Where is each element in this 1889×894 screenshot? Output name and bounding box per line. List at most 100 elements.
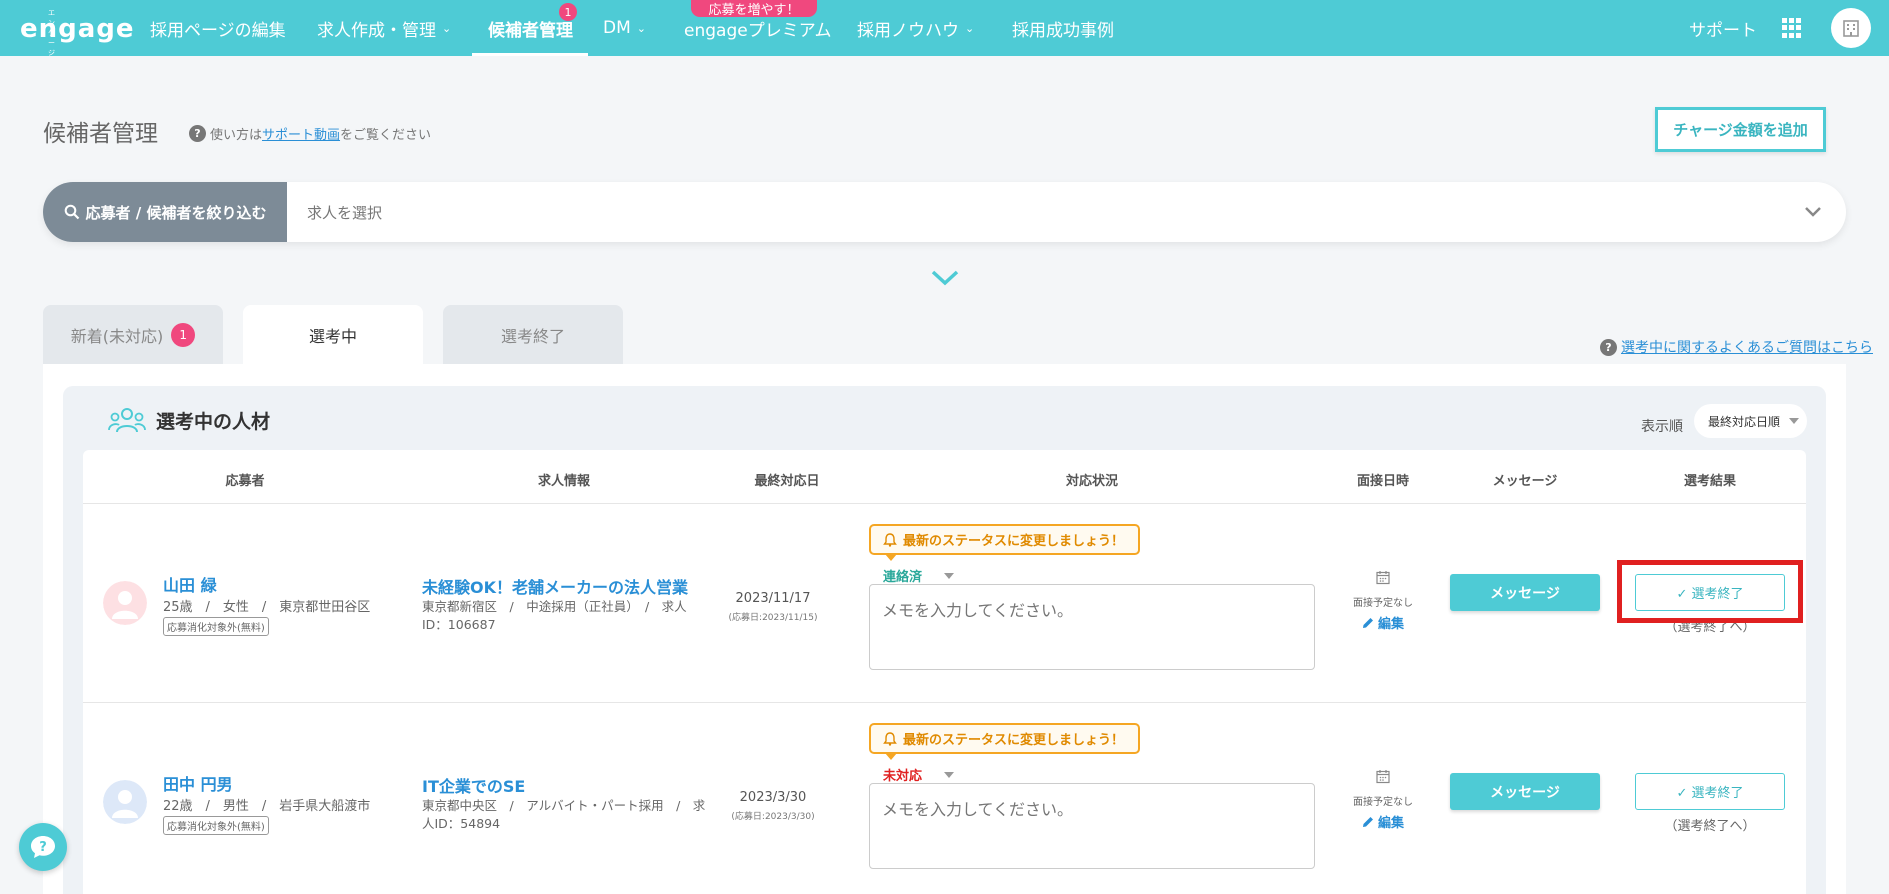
nav-label: 採用成功事例 (1012, 20, 1114, 41)
alert-text: 最新のステータスに変更しましょう！ (903, 733, 1125, 748)
status-alert: 最新のステータスに変更しましょう！ (869, 723, 1140, 760)
candidate-tag: 応募消化対象外(無料) (163, 816, 269, 835)
nav-recruit-knowhow[interactable]: 採用ノウハウ ⌄ (857, 0, 974, 56)
table-row: 山田 緑 25歳 / 女性 / 東京都世田谷区 応募消化対象外(無料) 未経験O… (83, 504, 1806, 704)
tab-selection-ended[interactable]: 選考終了 (443, 305, 623, 364)
job-select[interactable]: 求人を選択 (307, 202, 382, 223)
nav-engage-premium[interactable]: engageプレミアム (684, 0, 832, 56)
tab-badge: 1 (171, 322, 196, 347)
column-header: 選考結果 (1683, 474, 1737, 489)
page-title: 候補者管理 (43, 121, 158, 147)
column-header: 最終対応日 (754, 474, 820, 489)
nav-success-cases[interactable]: 採用成功事例 (1012, 0, 1114, 56)
nav-label: DM (603, 18, 631, 38)
logo-text: engage (20, 14, 135, 44)
nav-recruit-page-edit[interactable]: 採用ページの編集 (150, 0, 286, 56)
column-header: メッセージ (1492, 474, 1558, 489)
highlight-box (1617, 560, 1803, 623)
people-icon (108, 408, 146, 433)
column-header: 求人情報 (537, 474, 591, 489)
tab-in-selection[interactable]: 選考中 (243, 305, 423, 364)
status-value: 連絡済 (883, 570, 923, 585)
nav-job-management[interactable]: 求人作成・管理 ⌄ (317, 0, 451, 56)
alert-text: 最新のステータスに変更しましょう！ (903, 534, 1125, 549)
edit-interview-link[interactable]: 編集 (1362, 613, 1404, 632)
candidate-tag: 応募消化対象外(無料) (163, 617, 269, 636)
candidate-name[interactable]: 田中 円男 (163, 771, 233, 795)
section-title: 選考中の人材 (108, 406, 270, 434)
bell-icon (883, 731, 897, 746)
status-select[interactable]: 未対応 (883, 765, 955, 784)
message-button[interactable]: メッセージ (1450, 574, 1600, 611)
expand-filter-chevron-icon[interactable] (930, 268, 960, 288)
caret-down-icon (1789, 418, 1799, 424)
faq-link-text: 選考中に関するよくあるご質問はこちら (1621, 340, 1873, 356)
avatar-icon[interactable] (103, 581, 147, 625)
job-title[interactable]: 未経験OK！老舗メーカーの法人営業 (422, 574, 688, 598)
candidate-section: 選考中の人材 表示順 最終対応日順 応募者 求人情報 最終対応日 対応状況 面接… (63, 386, 1826, 894)
last-action-date: 2023/11/17 (735, 591, 811, 606)
applied-date: (応募日:2023/3/30) (731, 812, 815, 822)
caret-down-icon (944, 771, 955, 778)
add-charge-button[interactable]: チャージ金額を追加 (1655, 107, 1826, 152)
caret-down-icon (944, 572, 955, 579)
section-title-text: 選考中の人材 (156, 410, 271, 433)
company-avatar[interactable] (1831, 8, 1871, 48)
filter-candidates-button[interactable]: 応募者 / 候補者を絞り込む (43, 182, 287, 242)
sort-order-select[interactable]: 最終対応日順 (1694, 404, 1807, 438)
edit-label: 編集 (1377, 816, 1405, 831)
help-prefix: 使い方は (210, 128, 263, 143)
nav-label: engageプレミアム (684, 20, 832, 41)
svg-text:?: ? (39, 840, 47, 855)
nav-label: サポート (1689, 20, 1757, 41)
job-meta: 東京都新宿区 / 中途採用（正社員） / 求人ID：106687 (422, 599, 687, 632)
end-selection-button[interactable]: ✓ 選考終了 (1635, 773, 1785, 810)
edit-interview-link[interactable]: 編集 (1362, 812, 1404, 831)
memo-input[interactable] (869, 783, 1315, 869)
candidate-meta: 25歳 / 女性 / 東京都世田谷区 (163, 600, 371, 615)
avatar-icon[interactable] (103, 780, 147, 824)
pencil-icon (1362, 617, 1373, 628)
building-icon (1843, 20, 1859, 37)
sort-value: 最終対応日順 (1708, 414, 1781, 429)
calendar-icon (1376, 770, 1390, 784)
candidate-meta: 22歳 / 男性 / 岩手県大船渡市 (163, 799, 371, 814)
message-button[interactable]: メッセージ (1450, 773, 1600, 810)
pencil-icon (1362, 816, 1373, 827)
column-header: 対応状況 (1065, 474, 1119, 489)
status-value: 未対応 (883, 769, 923, 784)
nav-support[interactable]: サポート (1689, 0, 1757, 56)
column-header: 応募者 (225, 474, 265, 489)
candidate-name[interactable]: 山田 緑 (163, 572, 217, 596)
chat-question-icon: ? (31, 836, 55, 858)
chevron-down-icon: ⌄ (965, 21, 975, 35)
nav-label: 採用ページの編集 (150, 20, 286, 41)
nav-label: 採用ノウハウ (857, 20, 959, 41)
interview-status: 面接予定なし (1353, 598, 1413, 609)
bell-icon (883, 532, 897, 547)
active-nav-indicator (472, 53, 588, 56)
interview-status: 面接予定なし (1353, 797, 1413, 808)
tab-label: 選考終了 (500, 326, 565, 346)
nav-dm[interactable]: DM ⌄ (603, 0, 646, 56)
chevron-down-icon: ⌄ (636, 21, 646, 35)
filter-button-label: 応募者 / 候補者を絞り込む (85, 203, 267, 222)
app-grid-icon[interactable] (1782, 18, 1802, 38)
chevron-down-icon[interactable] (1801, 200, 1825, 224)
tab-label: 選考中 (308, 326, 357, 346)
tab-new-unhandled[interactable]: 新着(未対応) 1 (43, 305, 223, 364)
nav-label: 候補者管理 (488, 20, 573, 41)
status-select[interactable]: 連絡済 (883, 566, 955, 585)
help-chat-button[interactable]: ? (19, 823, 67, 871)
support-video-link[interactable]: サポート動画 (262, 124, 340, 143)
memo-input[interactable] (869, 584, 1315, 670)
status-alert: 最新のステータスに変更しましょう！ (869, 524, 1140, 561)
faq-link[interactable]: ? 選考中に関するよくあるご質問はこちら (1600, 337, 1873, 357)
top-navigation: エンゲージ engage 採用ページの編集 求人作成・管理 ⌄ 候補者管理 1 D… (0, 0, 1889, 57)
question-icon: ? (1600, 338, 1617, 356)
search-icon (64, 204, 79, 220)
last-action-date: 2023/3/30 (739, 790, 807, 805)
job-title[interactable]: IT企業でのSE (422, 773, 525, 797)
nav-notification-badge: 1 (559, 3, 577, 21)
help-text: ? 使い方は サポート動画 をご覧ください (189, 124, 431, 143)
